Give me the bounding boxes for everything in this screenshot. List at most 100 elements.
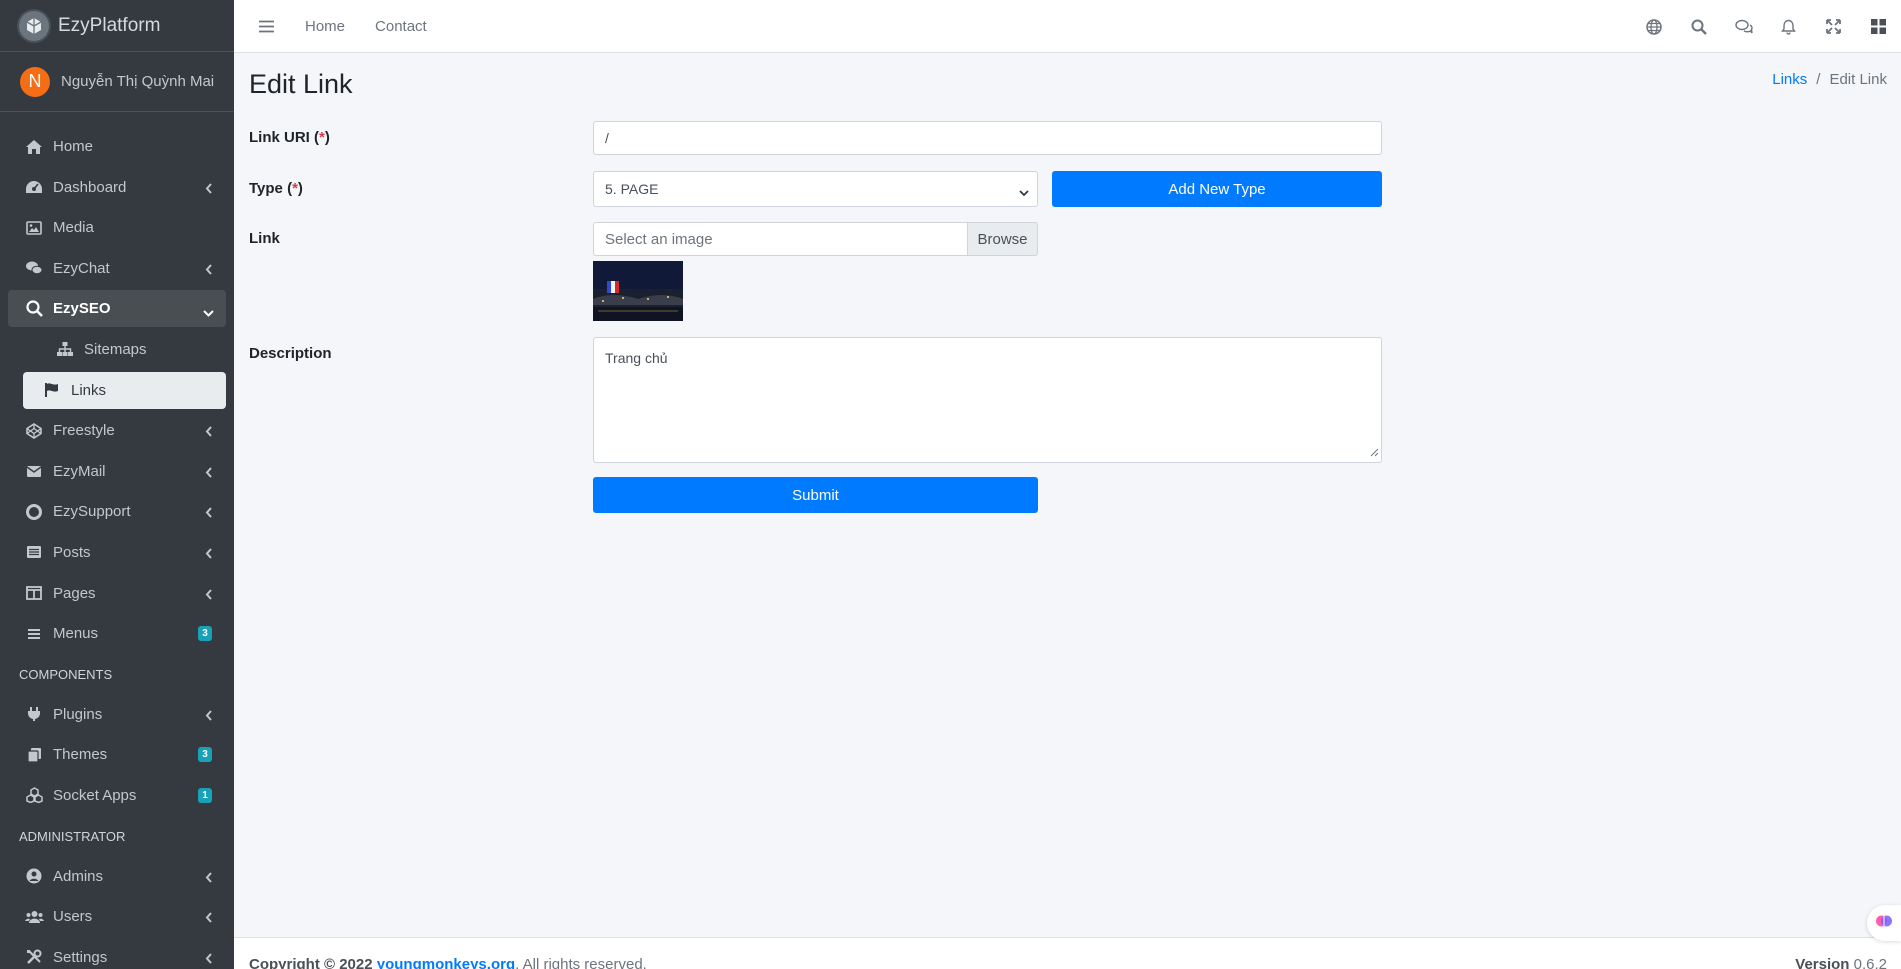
nav-header-administrator: ADMINISTRATOR [19,828,126,844]
envelope-icon [24,461,44,481]
description-textarea[interactable]: Trang chủ [593,337,1382,463]
description-text: Trang chủ [605,350,668,366]
sidebar-item-links[interactable]: Links [23,371,226,409]
type-select[interactable]: 5. PAGE [593,171,1038,207]
copyright-suffix: . All rights reserved. [515,956,647,969]
chat-icon [24,258,44,278]
comments-icon[interactable] [1721,0,1766,53]
label-close: ) [324,129,330,146]
sidebar-item-label: EzyMail [53,462,106,480]
count-badge: 3 [198,626,212,642]
link-uri-label: Link URI (*) [249,129,330,146]
sidebar-item-label: Freestyle [53,422,115,440]
browse-button[interactable]: Browse [967,222,1038,256]
description-label: Description [249,345,332,362]
user-circle-icon [24,866,44,886]
topbar-home-link[interactable]: Home [305,18,345,35]
sidebar-item-posts[interactable]: Posts [8,534,226,571]
type-label: Type (*) [249,180,303,197]
sidebar-item-users[interactable]: Users [8,898,226,935]
sidebar-item-label: EzyChat [53,259,110,277]
apps-grid-icon[interactable] [1856,0,1901,53]
sidebar-item-menus[interactable]: Menus 3 [8,615,226,652]
home-icon [24,137,44,157]
sidebar-item-label: Socket Apps [53,786,137,804]
footer: Copyright © 2022 youngmonkeys.org. All r… [234,937,1901,969]
submit-button[interactable]: Submit [593,477,1038,513]
globe-icon[interactable] [1631,0,1676,53]
list-icon [24,542,44,562]
sidebar-item-sitemaps[interactable]: Sitemaps [23,331,226,368]
nav-header-components: COMPONENTS [19,666,113,682]
sidebar-item-plugins[interactable]: Plugins [8,696,226,733]
copyright-prefix: Copyright © 2022 [249,956,377,969]
chevron-left-icon [205,587,212,604]
search-icon[interactable] [1676,0,1721,53]
sidebar-item-label: Sitemaps [84,340,147,358]
link-file-input[interactable]: Select an image [593,222,967,256]
chevron-left-icon [205,465,212,482]
hamburger-menu-icon[interactable] [257,17,275,35]
chevron-left-icon [205,181,212,198]
sidebar-item-themes[interactable]: Themes 3 [8,736,226,773]
sidebar-item-settings[interactable]: Settings [8,939,226,969]
sidebar-nav: Home Dashboard Media EzyChat EzySEO Site… [8,128,226,969]
sidebar-item-home[interactable]: Home [8,128,226,165]
sidebar-item-label: Media [53,219,94,237]
sidebar-item-socket-apps[interactable]: Socket Apps 1 [8,777,226,814]
bars-icon [24,624,44,644]
plug-icon [24,704,44,724]
chevron-left-icon [205,505,212,522]
label-close: ) [297,180,303,197]
page-title: Edit Link [249,69,353,99]
sidebar-item-ezychat[interactable]: EzyChat [8,250,226,287]
chevron-left-icon [205,910,212,927]
chevron-down-icon [1019,184,1029,200]
sidebar-item-admins[interactable]: Admins [8,858,226,895]
sidebar-item-ezysupport[interactable]: EzySupport [8,493,226,530]
copy-icon [24,745,44,765]
link-uri-input[interactable]: / [593,121,1382,155]
sidebar-item-label: Settings [53,948,108,966]
avatar: N [20,66,50,97]
sidebar-item-label: Plugins [53,705,103,723]
sidebar-item-label: Users [53,908,93,926]
brand-name: EzyPlatform [58,14,161,36]
bell-icon[interactable] [1766,0,1811,53]
chevron-left-icon [205,424,212,441]
add-new-type-button[interactable]: Add New Type [1052,171,1382,207]
sidebar-item-label: EzySEO [53,300,111,318]
lifering-icon [24,502,44,522]
sidebar-item-label: Links [71,381,107,399]
count-badge: 1 [198,787,212,803]
sidebar-item-label: Pages [53,584,96,602]
user-panel[interactable]: N Nguyễn Thị Quỳnh Mai [0,52,234,112]
sidebar-item-media[interactable]: Media [8,209,226,246]
chevron-down-icon [203,304,214,321]
sidebar-item-dashboard[interactable]: Dashboard [8,169,226,206]
copyright-link[interactable]: youngmonkeys.org [377,956,515,969]
brand-link[interactable]: EzyPlatform [0,0,234,52]
chevron-left-icon [205,951,212,968]
sidebar-item-freestyle[interactable]: Freestyle [8,412,226,449]
link-file-group: Select an image Browse [593,222,1038,256]
flag-icon [42,380,62,400]
topbar-contact-link[interactable]: Contact [375,18,427,35]
search-plus-icon [24,299,44,319]
dashboard-icon [24,177,44,197]
resize-handle-icon[interactable] [1370,444,1379,460]
link-image-preview [593,261,683,321]
floating-assistant-button[interactable] [1867,905,1901,941]
columns-icon [24,583,44,603]
chevron-left-icon [205,708,212,725]
sidebar-item-label: EzySupport [53,503,131,521]
cubes-icon [24,785,44,805]
sidebar-item-label: Admins [53,867,104,885]
user-name: Nguyễn Thị Quỳnh Mai [61,73,215,90]
fullscreen-icon[interactable] [1811,0,1856,53]
sidebar-item-pages[interactable]: Pages [8,575,226,612]
breadcrumb: Links / Edit Link [1772,71,1887,88]
sidebar-item-ezymail[interactable]: EzyMail [8,453,226,490]
breadcrumb-links-link[interactable]: Links [1772,71,1807,88]
sidebar-item-ezyseo[interactable]: EzySEO [8,290,226,328]
